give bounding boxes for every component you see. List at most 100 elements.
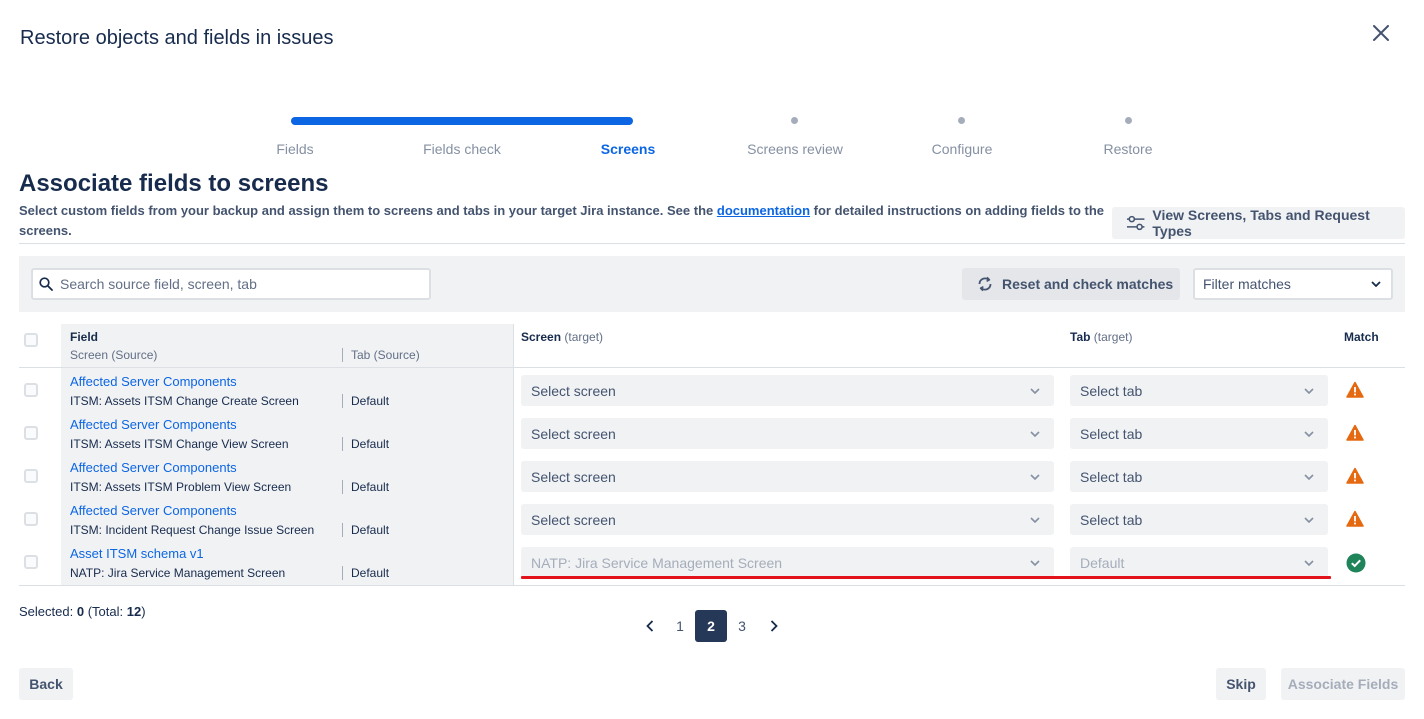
previous-page-button[interactable] <box>638 610 662 642</box>
documentation-link[interactable]: documentation <box>717 203 810 218</box>
header-screen-label: Screen <box>521 330 562 344</box>
target-screen-select[interactable]: Select screen <box>521 461 1054 492</box>
match-warning-icon <box>1346 424 1364 442</box>
target-tab-value: Select tab <box>1080 382 1143 399</box>
close-icon <box>1373 25 1389 41</box>
stepper-progress-bar <box>291 117 633 125</box>
chevron-down-icon <box>1304 516 1314 523</box>
header-match: Match <box>1344 330 1379 344</box>
field-name-link[interactable]: Affected Server Components <box>70 460 237 475</box>
filter-matches-select[interactable]: Filter matches <box>1193 268 1393 300</box>
target-tab-select[interactable]: Select tab <box>1070 461 1328 492</box>
step-configure: Configure <box>931 141 993 157</box>
page-1-button[interactable]: 1 <box>668 610 692 642</box>
table-row: Affected Server Components ITSM: Assets I… <box>19 411 1405 454</box>
chevron-down-icon <box>1030 559 1040 566</box>
target-tab-select[interactable]: Select tab <box>1070 375 1328 406</box>
header-tab-suffix: (target) <box>1093 330 1133 344</box>
target-tab-value: Select tab <box>1080 511 1143 528</box>
reset-check-matches-button[interactable]: Reset and check matches <box>962 268 1180 300</box>
match-warning-icon <box>1346 510 1364 528</box>
row-checkbox[interactable] <box>24 383 38 397</box>
field-name-link[interactable]: Asset ITSM schema v1 <box>70 546 204 561</box>
cell-separator <box>342 566 343 580</box>
target-screen-value: Select screen <box>531 511 616 528</box>
header-separator <box>342 348 343 362</box>
target-screen-value: NATP: Jira Service Management Screen <box>531 554 783 571</box>
source-screen: ITSM: Assets ITSM Problem View Screen <box>70 480 292 494</box>
selection-summary: Selected: 0 (Total: 12) <box>19 604 146 619</box>
field-name-link[interactable]: Affected Server Components <box>70 503 237 518</box>
chevron-down-icon <box>1030 387 1040 394</box>
field-name-link[interactable]: Affected Server Components <box>70 374 237 389</box>
chevron-down-icon <box>1304 387 1314 394</box>
header-target-tab: Tab (target) <box>1070 330 1132 344</box>
source-tab: Default <box>351 480 390 494</box>
reset-button-label: Reset and check matches <box>1002 276 1174 292</box>
header-screen-suffix: (target) <box>564 330 604 344</box>
row-checkbox[interactable] <box>24 469 38 483</box>
step-dot-restore <box>1125 117 1132 124</box>
row-checkbox[interactable] <box>24 555 38 569</box>
section-description: Select custom fields from your backup an… <box>19 201 1109 241</box>
row-checkbox[interactable] <box>24 512 38 526</box>
table-bottom-divider <box>19 585 1405 586</box>
select-all-checkbox[interactable] <box>24 333 38 347</box>
back-button[interactable]: Back <box>19 668 73 700</box>
description-text: Select custom fields from your backup an… <box>19 203 717 218</box>
field-name-link[interactable]: Affected Server Components <box>70 417 237 432</box>
settings-sliders-icon <box>1126 215 1145 231</box>
search-input[interactable] <box>60 276 400 292</box>
table-row: Affected Server Components ITSM: Assets I… <box>19 368 1405 411</box>
header-source-tab: Tab (Source) <box>351 348 420 362</box>
chevron-down-icon <box>1304 559 1314 566</box>
source-tab: Default <box>351 394 390 408</box>
next-page-button[interactable] <box>762 610 786 642</box>
chevron-left-icon <box>646 620 654 632</box>
step-dot-screens-review <box>791 117 798 124</box>
cell-separator <box>342 394 343 408</box>
table-body: Affected Server Components ITSM: Assets I… <box>19 368 1405 585</box>
target-tab-select[interactable]: Select tab <box>1070 418 1328 449</box>
total-label: (Total: <box>87 604 124 619</box>
annotation-underline <box>521 576 1331 579</box>
skip-button[interactable]: Skip <box>1216 668 1266 700</box>
cell-separator <box>342 480 343 494</box>
chevron-down-icon <box>1030 516 1040 523</box>
row-checkbox[interactable] <box>24 426 38 440</box>
view-button-label: View Screens, Tabs and Request Types <box>1152 207 1370 239</box>
close-button[interactable] <box>1368 20 1394 46</box>
search-box[interactable] <box>31 268 431 300</box>
chevron-down-icon <box>1304 473 1314 480</box>
selected-label: Selected: <box>19 604 74 619</box>
cell-separator <box>342 523 343 537</box>
step-screens: Screens <box>600 141 656 157</box>
source-screen: NATP: Jira Service Management Screen <box>70 566 286 580</box>
target-screen-select[interactable]: Select screen <box>521 375 1054 406</box>
chevron-down-icon <box>1030 473 1040 480</box>
target-tab-select: Default <box>1070 547 1328 578</box>
dialog-title: Restore objects and fields in issues <box>20 27 334 49</box>
target-screen-value: Select screen <box>531 425 616 442</box>
header-source-screen: Screen (Source) <box>70 348 158 362</box>
target-tab-value: Select tab <box>1080 425 1143 442</box>
step-fields: Fields <box>276 141 314 157</box>
step-restore: Restore <box>1103 141 1153 157</box>
target-screen-select[interactable]: Select screen <box>521 418 1054 449</box>
target-screen-value: Select screen <box>531 382 616 399</box>
chevron-down-icon <box>1371 281 1381 287</box>
source-tab: Default <box>351 523 390 537</box>
total-close: ) <box>141 604 146 619</box>
step-dot-configure <box>958 117 965 124</box>
match-success-icon <box>1346 553 1366 573</box>
total-count: 12 <box>126 604 142 619</box>
page-3-button[interactable]: 3 <box>730 610 754 642</box>
target-screen-select[interactable]: Select screen <box>521 504 1054 535</box>
header-target-screen: Screen (target) <box>521 330 603 344</box>
view-screens-tabs-button[interactable]: View Screens, Tabs and Request Types <box>1112 207 1405 239</box>
target-tab-select[interactable]: Select tab <box>1070 504 1328 535</box>
divider <box>19 243 1405 244</box>
match-warning-icon <box>1346 467 1364 485</box>
associate-fields-button[interactable]: Associate Fields <box>1281 668 1405 700</box>
page-2-button[interactable]: 2 <box>695 610 727 642</box>
